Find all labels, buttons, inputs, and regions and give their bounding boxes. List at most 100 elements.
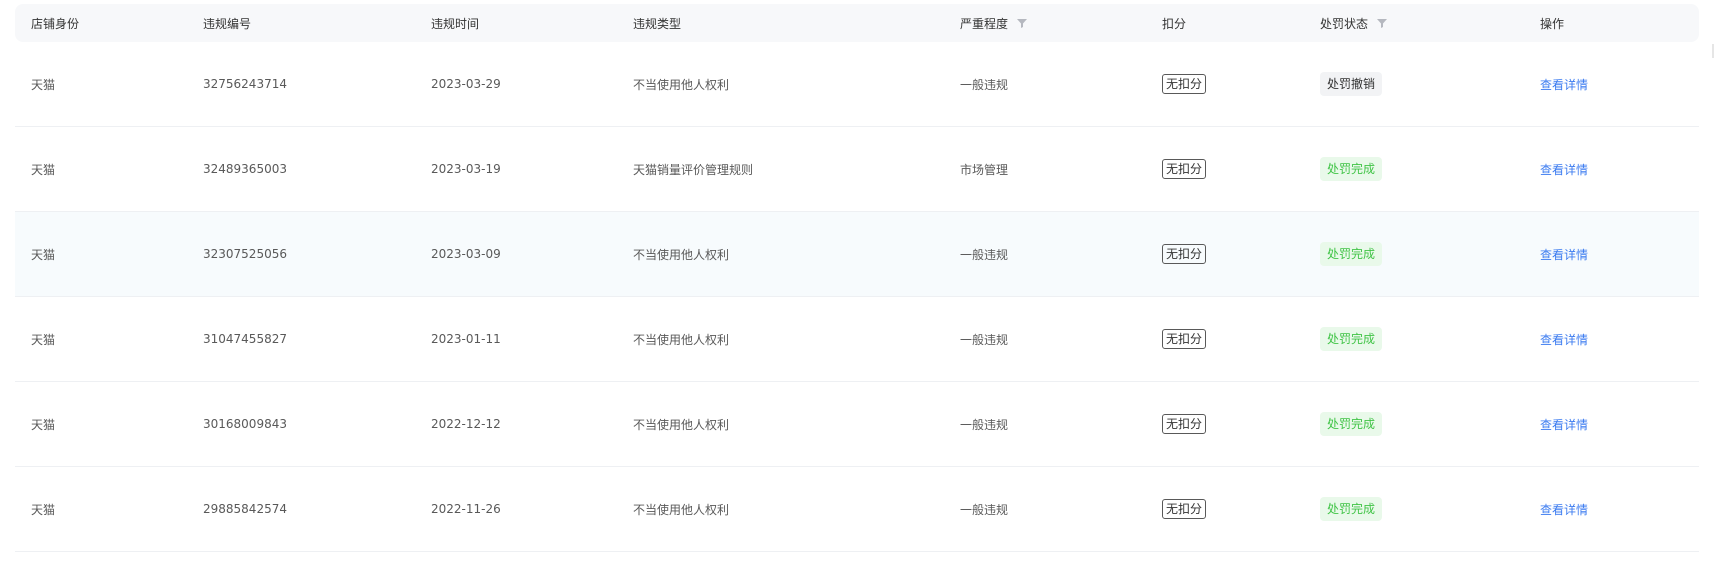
cell-violation-type: 不当使用他人权利	[617, 76, 944, 93]
cell-violation-type: 不当使用他人权利	[617, 331, 944, 348]
cell-severity: 一般违规	[944, 416, 1146, 433]
header-label: 处罚状态	[1320, 16, 1369, 31]
header-label: 违规时间	[431, 16, 480, 31]
filter-icon[interactable]	[1016, 17, 1028, 29]
header-score: 扣分	[1146, 15, 1304, 32]
severity-text: 一般违规	[960, 332, 1009, 347]
header-label: 操作	[1540, 16, 1565, 31]
status-badge: 处罚完成	[1320, 412, 1383, 436]
cell-action: 查看详情	[1524, 416, 1699, 433]
cell-violation-id: 31047455827	[187, 332, 415, 346]
cell-violation-id: 32489365003	[187, 162, 415, 176]
status-badge: 处罚完成	[1320, 497, 1383, 521]
violation-time-text: 2023-03-09	[431, 247, 501, 261]
header-severity: 严重程度	[944, 15, 1146, 32]
cell-violation-type: 天猫销量评价管理规则	[617, 161, 944, 178]
view-details-link[interactable]: 查看详情	[1540, 161, 1588, 178]
identity-text: 天猫	[31, 332, 56, 347]
score-badge: 无扣分	[1162, 499, 1207, 519]
cell-identity: 天猫	[15, 501, 187, 518]
cell-violation-time: 2023-01-11	[415, 332, 617, 346]
severity-text: 一般违规	[960, 247, 1009, 262]
cell-score: 无扣分	[1146, 74, 1304, 94]
cell-score: 无扣分	[1146, 244, 1304, 264]
cell-severity: 一般违规	[944, 331, 1146, 348]
cell-violation-id: 32756243714	[187, 77, 415, 91]
cell-violation-time: 2023-03-19	[415, 162, 617, 176]
header-label: 违规类型	[633, 16, 682, 31]
header-penalty-status: 处罚状态	[1304, 15, 1524, 32]
identity-text: 天猫	[31, 502, 56, 517]
violation-id-text: 32307525056	[203, 247, 287, 261]
violations-table: 店铺身份 违规编号 违规时间 违规类型 严重程度 扣分 处罚状态 操作 天猫 3…	[15, 4, 1699, 552]
header-label: 店铺身份	[31, 16, 80, 31]
cell-identity: 天猫	[15, 416, 187, 433]
cell-identity: 天猫	[15, 246, 187, 263]
violation-type-text: 不当使用他人权利	[633, 417, 730, 432]
header-label: 违规编号	[203, 16, 252, 31]
status-badge: 处罚撤销	[1320, 72, 1383, 96]
cell-violation-id: 30168009843	[187, 417, 415, 431]
cell-severity: 一般违规	[944, 501, 1146, 518]
table-row: 天猫 29885842574 2022-11-26 不当使用他人权利 一般违规 …	[15, 467, 1699, 552]
violation-id-text: 32756243714	[203, 77, 287, 91]
cell-action: 查看详情	[1524, 246, 1699, 263]
cell-score: 无扣分	[1146, 499, 1304, 519]
header-violation-type: 违规类型	[617, 15, 944, 32]
violation-id-text: 30168009843	[203, 417, 287, 431]
violation-id-text: 32489365003	[203, 162, 287, 176]
cell-score: 无扣分	[1146, 329, 1304, 349]
cell-action: 查看详情	[1524, 76, 1699, 93]
table-body: 天猫 32756243714 2023-03-29 不当使用他人权利 一般违规 …	[15, 42, 1699, 552]
cell-violation-time: 2022-12-12	[415, 417, 617, 431]
cell-violation-id: 32307525056	[187, 247, 415, 261]
cell-severity: 一般违规	[944, 246, 1146, 263]
cell-action: 查看详情	[1524, 331, 1699, 348]
cell-violation-type: 不当使用他人权利	[617, 416, 944, 433]
header-identity: 店铺身份	[15, 15, 187, 32]
cell-violation-type: 不当使用他人权利	[617, 501, 944, 518]
cell-violation-time: 2023-03-29	[415, 77, 617, 91]
cell-identity: 天猫	[15, 161, 187, 178]
score-badge: 无扣分	[1162, 244, 1207, 264]
violation-type-text: 不当使用他人权利	[633, 332, 730, 347]
cell-identity: 天猫	[15, 76, 187, 93]
cell-penalty-status: 处罚完成	[1304, 157, 1524, 181]
cell-severity: 一般违规	[944, 76, 1146, 93]
identity-text: 天猫	[31, 247, 56, 262]
filter-icon[interactable]	[1376, 17, 1388, 29]
cell-violation-type: 不当使用他人权利	[617, 246, 944, 263]
severity-text: 一般违规	[960, 77, 1009, 92]
cell-identity: 天猫	[15, 331, 187, 348]
cell-score: 无扣分	[1146, 159, 1304, 179]
table-row: 天猫 32756243714 2023-03-29 不当使用他人权利 一般违规 …	[15, 42, 1699, 127]
violation-type-text: 天猫销量评价管理规则	[633, 162, 754, 177]
cell-action: 查看详情	[1524, 161, 1699, 178]
table-row: 天猫 32489365003 2023-03-19 天猫销量评价管理规则 市场管…	[15, 127, 1699, 212]
view-details-link[interactable]: 查看详情	[1540, 246, 1588, 263]
identity-text: 天猫	[31, 77, 56, 92]
violation-type-text: 不当使用他人权利	[633, 247, 730, 262]
table-row: 天猫 32307525056 2023-03-09 不当使用他人权利 一般违规 …	[15, 212, 1699, 297]
violation-id-text: 31047455827	[203, 332, 287, 346]
cell-violation-time: 2023-03-09	[415, 247, 617, 261]
severity-text: 一般违规	[960, 502, 1009, 517]
violation-time-text: 2023-03-19	[431, 162, 501, 176]
status-badge: 处罚完成	[1320, 327, 1383, 351]
view-details-link[interactable]: 查看详情	[1540, 416, 1588, 433]
view-details-link[interactable]: 查看详情	[1540, 76, 1588, 93]
score-badge: 无扣分	[1162, 329, 1207, 349]
cell-score: 无扣分	[1146, 414, 1304, 434]
severity-text: 市场管理	[960, 162, 1009, 177]
table-row: 天猫 31047455827 2023-01-11 不当使用他人权利 一般违规 …	[15, 297, 1699, 382]
score-badge: 无扣分	[1162, 159, 1207, 179]
cell-violation-time: 2022-11-26	[415, 502, 617, 516]
violation-time-text: 2022-12-12	[431, 417, 501, 431]
score-badge: 无扣分	[1162, 414, 1207, 434]
violation-time-text: 2023-01-11	[431, 332, 501, 346]
identity-text: 天猫	[31, 162, 56, 177]
view-details-link[interactable]: 查看详情	[1540, 331, 1588, 348]
view-details-link[interactable]: 查看详情	[1540, 501, 1588, 518]
violation-type-text: 不当使用他人权利	[633, 502, 730, 517]
status-badge: 处罚完成	[1320, 157, 1383, 181]
